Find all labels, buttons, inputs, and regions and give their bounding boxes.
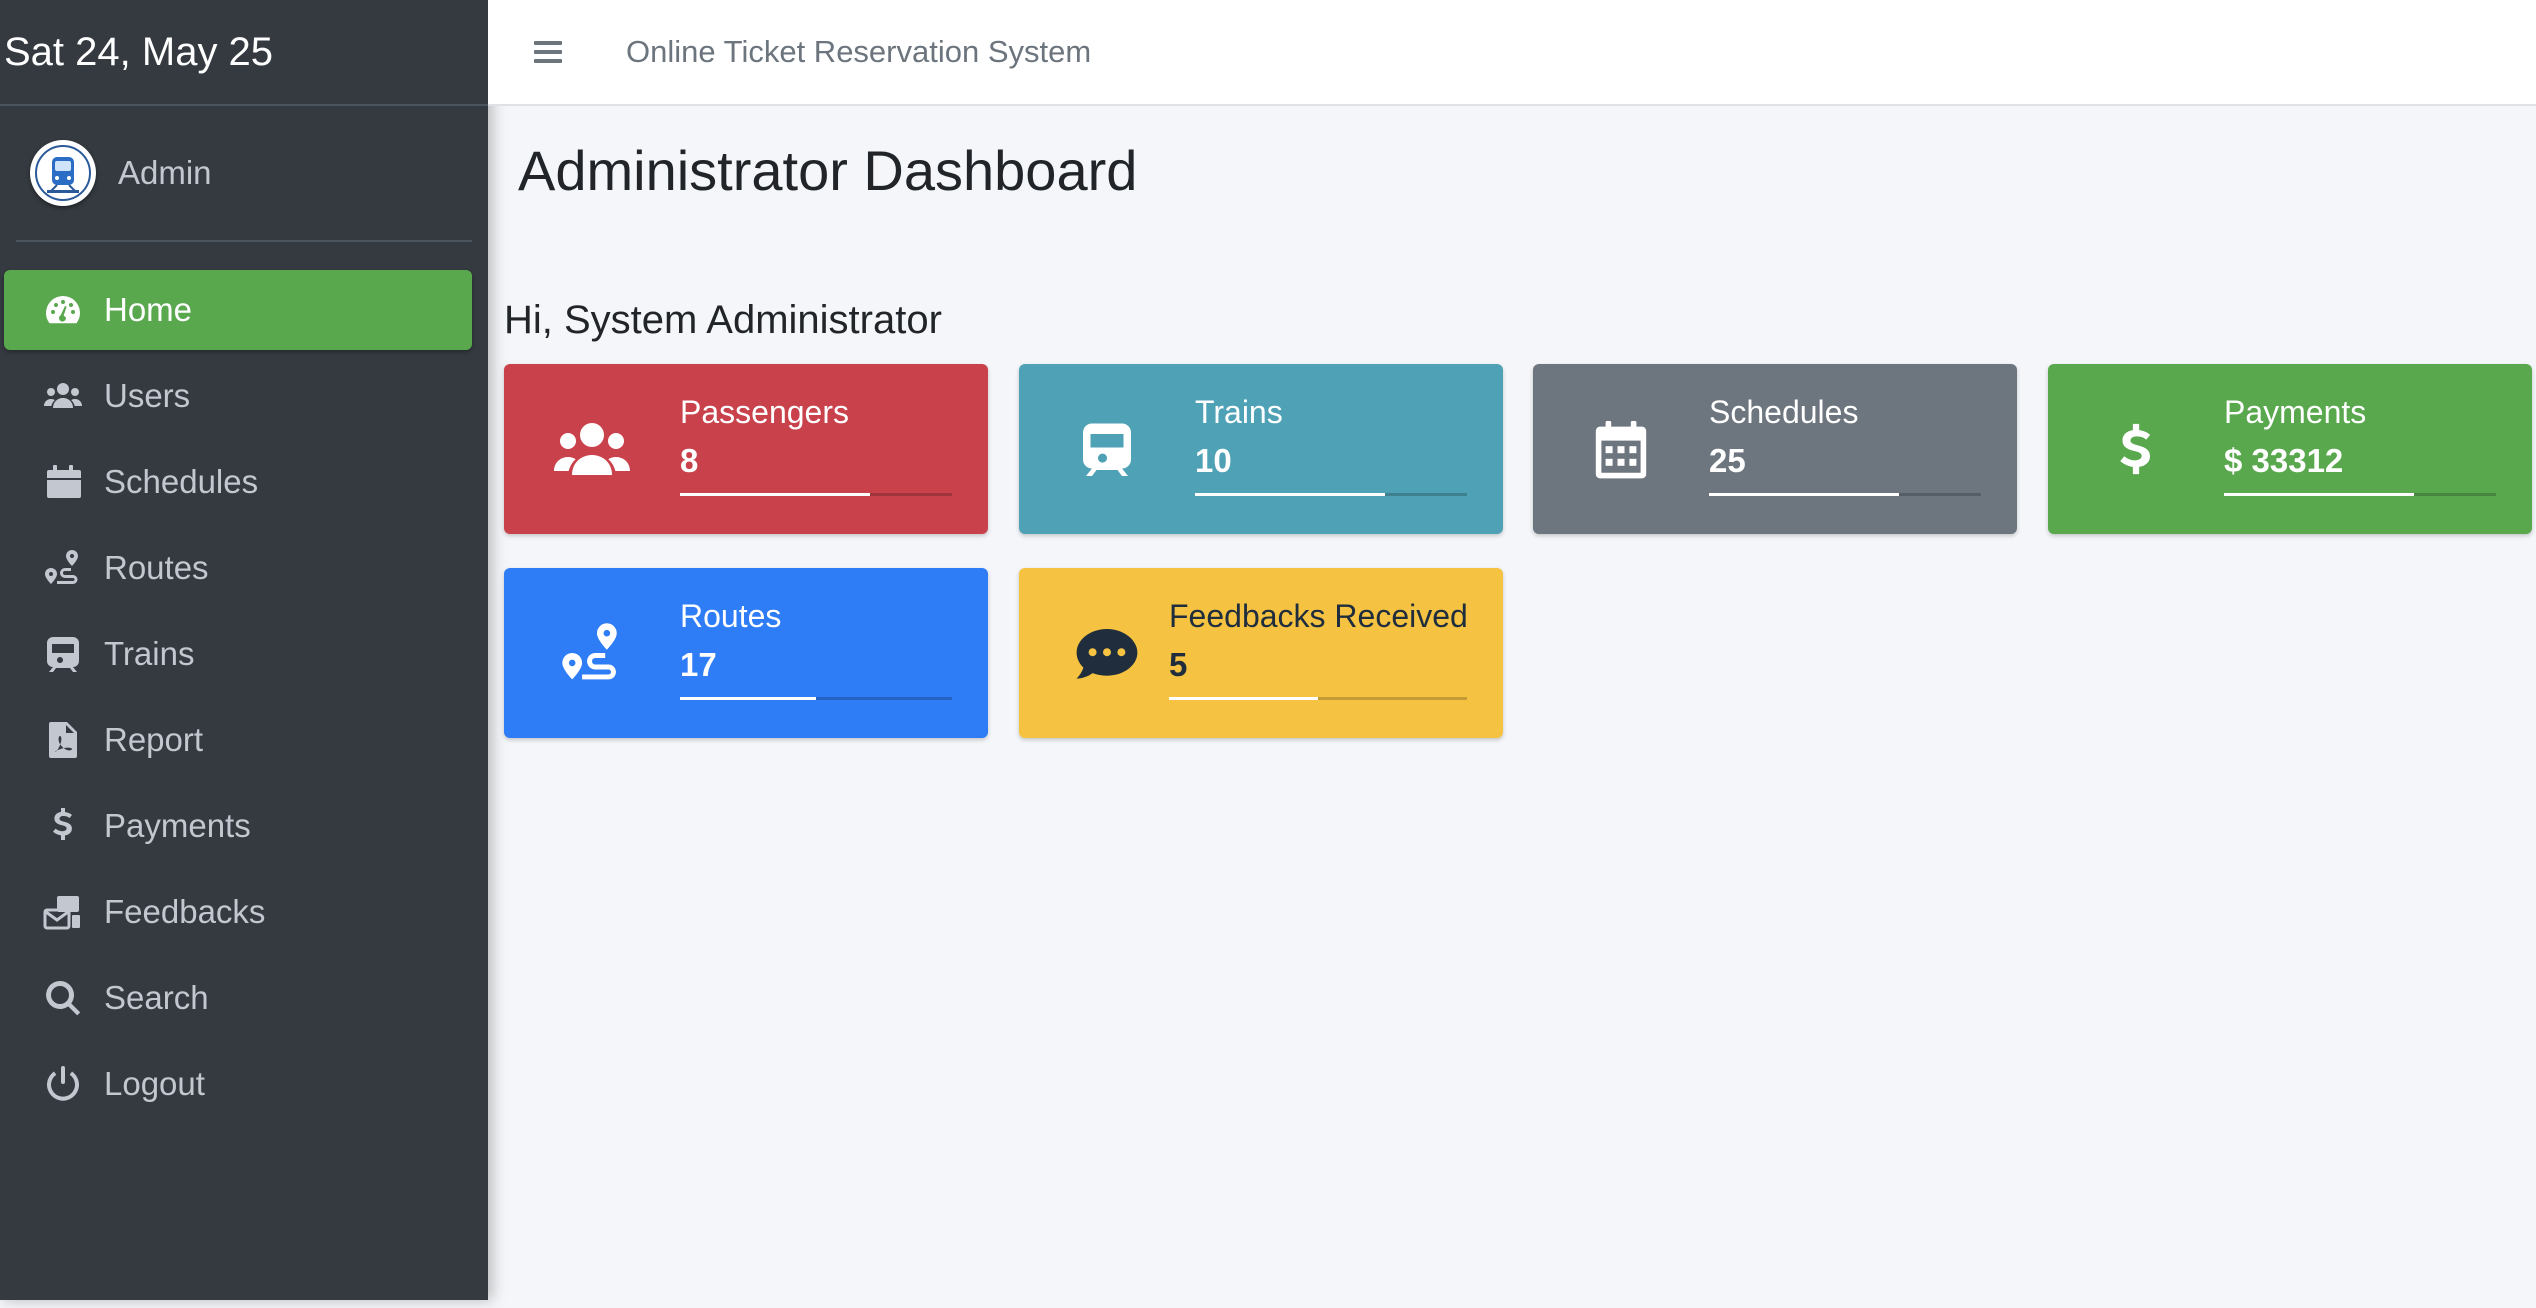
- card-label: Trains: [1195, 394, 1283, 430]
- card-label: Payments: [2224, 394, 2367, 430]
- route-icon: [38, 548, 88, 588]
- sidebar-item-label: Schedules: [104, 463, 259, 500]
- dollar-icon: [38, 806, 88, 846]
- progress-bar: [1195, 493, 1467, 496]
- card-label: Passengers: [680, 394, 849, 430]
- feedbacks-card[interactable]: Feedbacks Received 5: [1019, 568, 1503, 738]
- sidebar-item-label: Home: [104, 291, 193, 328]
- card-value: 8: [680, 442, 699, 479]
- avatar: [30, 140, 96, 206]
- sidebar-item-label: Feedbacks: [104, 893, 266, 930]
- card-label: Feedbacks Received: [1169, 598, 1468, 634]
- train-icon: [38, 634, 88, 674]
- calendar-icon: [38, 462, 88, 502]
- sidebar-item-payments[interactable]: Payments: [4, 786, 472, 866]
- card-label: Schedules: [1709, 394, 1859, 430]
- progress-bar: [2224, 493, 2496, 496]
- file-pdf-icon: [38, 720, 88, 760]
- progress-bar: [1169, 697, 1467, 700]
- sidebar-item-label: Users: [104, 377, 191, 414]
- dollar-icon: [2096, 414, 2176, 484]
- card-label: Routes: [680, 598, 782, 634]
- progress-bar: [680, 493, 952, 496]
- hamburger-icon[interactable]: [532, 34, 568, 70]
- user-name[interactable]: Admin: [118, 154, 212, 192]
- sidebar-item-label: Report: [104, 721, 204, 758]
- card-value: 25: [1709, 442, 1746, 479]
- train-logo-icon: [35, 145, 91, 201]
- search-icon: [38, 978, 88, 1018]
- users-icon: [38, 376, 88, 416]
- sidebar-item-schedules[interactable]: Schedules: [4, 442, 472, 522]
- card-value: 10: [1195, 442, 1232, 479]
- sidebar-item-trains[interactable]: Trains: [4, 614, 472, 694]
- sidebar-item-logout[interactable]: Logout: [4, 1044, 472, 1124]
- calendar-icon: [1581, 414, 1661, 484]
- tachometer-icon: [38, 290, 88, 330]
- payments-card[interactable]: Payments $ 33312: [2048, 364, 2532, 534]
- routes-card[interactable]: Routes 17: [504, 568, 988, 738]
- sidebar-item-search[interactable]: Search: [4, 958, 472, 1038]
- card-value: 5: [1169, 646, 1188, 683]
- top-navbar: Online Ticket Reservation System: [488, 0, 2536, 106]
- progress-bar: [1709, 493, 1981, 496]
- sidebar-nav: Home Users Schedules Routes Trains Repor…: [4, 270, 472, 1130]
- power-icon: [38, 1064, 88, 1104]
- trains-card[interactable]: Trains 10: [1019, 364, 1503, 534]
- sidebar-item-users[interactable]: Users: [4, 356, 472, 436]
- sidebar: Sat 24, May 25 Admin Home Users Schedule…: [0, 0, 488, 1300]
- route-icon: [552, 618, 632, 688]
- sidebar-item-feedbacks[interactable]: Feedbacks: [4, 872, 472, 952]
- greeting: Hi, System Administrator: [504, 298, 942, 342]
- page-title: Administrator Dashboard: [518, 139, 1138, 202]
- comment-dots-icon: [1067, 618, 1147, 688]
- brand-link[interactable]: Sat 24, May 25: [0, 0, 488, 106]
- user-panel[interactable]: Admin: [16, 106, 472, 242]
- sidebar-item-label: Routes: [104, 549, 209, 586]
- train-icon: [1067, 414, 1147, 484]
- mail-bulk-icon: [38, 892, 88, 932]
- users-icon: [552, 414, 632, 484]
- card-value: 17: [680, 646, 717, 683]
- sidebar-item-label: Payments: [104, 807, 251, 844]
- app-title[interactable]: Online Ticket Reservation System: [626, 34, 1091, 70]
- sidebar-item-report[interactable]: Report: [4, 700, 472, 780]
- sidebar-item-routes[interactable]: Routes: [4, 528, 472, 608]
- card-value: $ 33312: [2224, 442, 2344, 479]
- passengers-card[interactable]: Passengers 8: [504, 364, 988, 534]
- sidebar-item-label: Logout: [104, 1065, 205, 1102]
- progress-bar: [680, 697, 952, 700]
- sidebar-item-home[interactable]: Home: [4, 270, 472, 350]
- current-date: Sat 24, May 25: [4, 29, 274, 74]
- sidebar-item-label: Search: [104, 979, 209, 1016]
- schedules-card[interactable]: Schedules 25: [1533, 364, 2017, 534]
- sidebar-item-label: Trains: [104, 635, 195, 672]
